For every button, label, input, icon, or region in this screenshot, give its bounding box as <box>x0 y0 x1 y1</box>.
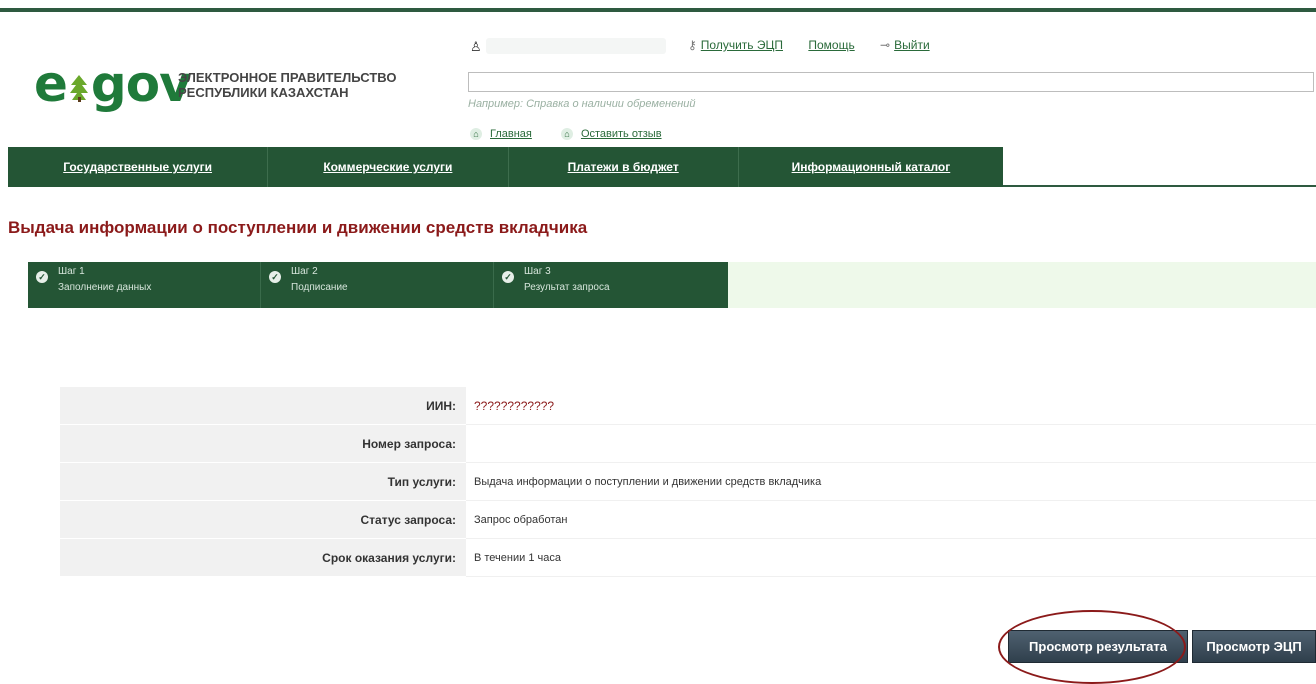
steps-progress-fill <box>728 262 1316 308</box>
check-icon: ✓ <box>269 271 281 283</box>
info-row-request-status: Статус запроса: Запрос обработан <box>60 501 1316 539</box>
info-row-iin: ИИН: ???????????? <box>60 387 1316 425</box>
sub-links: ⌂ Главная ⌂ Оставить отзыв <box>470 128 688 140</box>
wizard-steps: ✓ Шаг 1 Заполнение данных ✓ Шаг 2 Подпис… <box>28 262 728 308</box>
info-value: В течении 1 часа <box>466 539 1316 577</box>
request-info-table: ИИН: ???????????? Номер запроса: Тип усл… <box>60 387 1316 577</box>
check-icon: ✓ <box>36 271 48 283</box>
info-value: Выдача информации о поступлении и движен… <box>466 463 1316 501</box>
nav-commercial-services[interactable]: Коммерческие услуги <box>268 147 509 187</box>
site-header: e gov ЭЛЕКТРОННОЕ ПРАВИТЕЛЬСТВО РЕСПУБЛИК… <box>0 12 1316 146</box>
info-value <box>466 425 1316 463</box>
top-links: ⚷ Получить ЭЦП Помощь ⊸ Выйти <box>688 38 952 52</box>
nav-info-catalog[interactable]: Информационный каталог <box>739 147 1003 187</box>
logo-caption: ЭЛЕКТРОННОЕ ПРАВИТЕЛЬСТВО РЕСПУБЛИКИ КАЗ… <box>178 70 458 100</box>
feedback-link[interactable]: Оставить отзыв <box>581 128 662 140</box>
info-label: Срок оказания услуги: <box>60 539 466 577</box>
page-title: Выдача информации о поступлении и движен… <box>8 218 588 237</box>
feedback-icon: ⌂ <box>560 128 573 140</box>
key-icon: ⚷ <box>688 38 697 52</box>
get-ecp-link[interactable]: Получить ЭЦП <box>701 38 783 52</box>
step-desc: Результат запроса <box>524 282 610 293</box>
step-desc: Заполнение данных <box>58 282 152 293</box>
info-label: ИИН: <box>60 387 466 425</box>
home-icon: ⌂ <box>470 128 482 140</box>
main-nav: Государственные услуги Коммерческие услу… <box>8 147 1003 187</box>
search-hint: Например: Справка о наличии обременений <box>468 98 696 110</box>
nav-divider <box>1003 185 1316 187</box>
info-label: Тип услуги: <box>60 463 466 501</box>
check-icon: ✓ <box>502 271 514 283</box>
step-number: Шаг 1 <box>58 266 85 277</box>
step-1: ✓ Шаг 1 Заполнение данных <box>28 262 261 308</box>
step-desc: Подписание <box>291 282 348 293</box>
nav-budget-payments[interactable]: Платежи в бюджет <box>509 147 739 187</box>
search-input[interactable] <box>468 72 1314 92</box>
step-2: ✓ Шаг 2 Подписание <box>261 262 494 308</box>
help-link[interactable]: Помощь <box>808 38 854 52</box>
nav-gov-services[interactable]: Государственные услуги <box>8 147 269 187</box>
step-number: Шаг 2 <box>291 266 318 277</box>
caption-line-1: ЭЛЕКТРОННОЕ ПРАВИТЕЛЬСТВО <box>178 70 397 85</box>
info-label: Статус запроса: <box>60 501 466 539</box>
caption-line-2: РЕСПУБЛИКИ КАЗАХСТАН <box>178 85 349 100</box>
logout-icon: ⊸ <box>880 38 891 52</box>
egov-logo[interactable]: e gov <box>34 55 192 113</box>
logo-text: e gov <box>34 55 192 113</box>
info-value: Запрос обработан <box>466 501 1316 539</box>
step-3: ✓ Шаг 3 Результат запроса <box>494 262 728 308</box>
info-row-request-number: Номер запроса: <box>60 425 1316 463</box>
step-number: Шаг 3 <box>524 266 551 277</box>
info-row-service-time: Срок оказания услуги: В течении 1 часа <box>60 539 1316 577</box>
home-link[interactable]: Главная <box>490 128 532 140</box>
view-ecp-button[interactable]: Просмотр ЭЦП <box>1192 630 1316 663</box>
info-value: ???????????? <box>466 387 1316 425</box>
info-row-service-type: Тип услуги: Выдача информации о поступле… <box>60 463 1316 501</box>
info-label: Номер запроса: <box>60 425 466 463</box>
logout-link[interactable]: Выйти <box>894 38 930 52</box>
user-icon: ♙ <box>470 40 482 55</box>
view-result-button[interactable]: Просмотр результата <box>1008 630 1188 663</box>
tree-icon <box>69 75 88 102</box>
username-redacted <box>486 38 666 54</box>
